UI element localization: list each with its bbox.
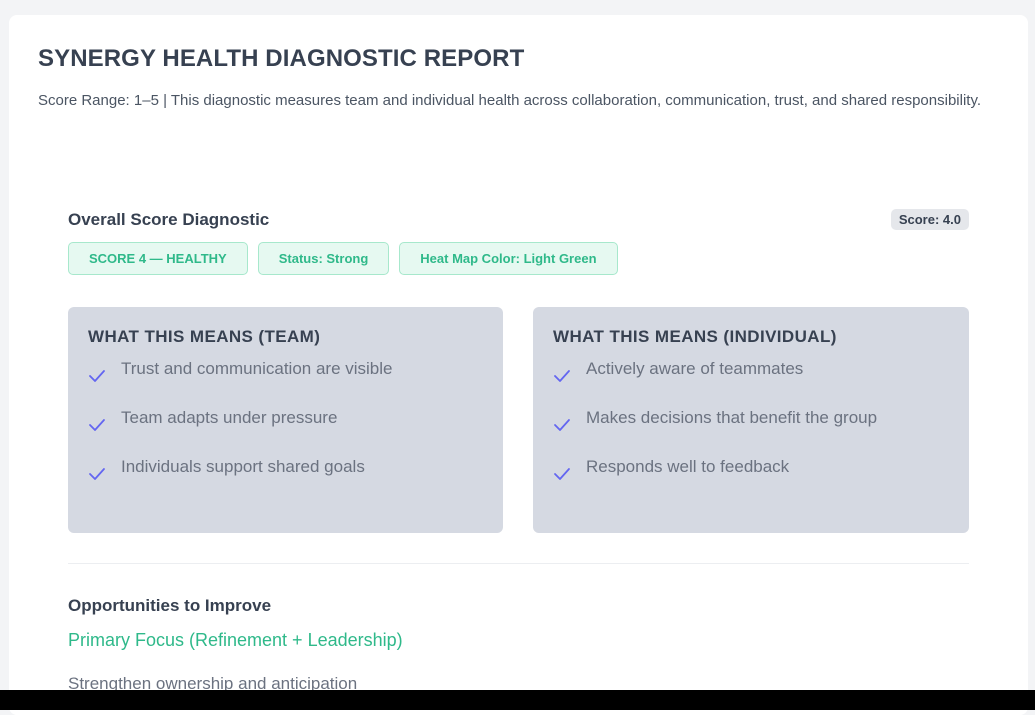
heat-map-color-tag: Heat Map Color: Light Green bbox=[399, 242, 618, 275]
report-card: SYNERGY HEALTH DIAGNOSTIC REPORT Score R… bbox=[9, 15, 1028, 715]
list-item-text: Trust and communication are visible bbox=[121, 359, 393, 378]
report-intro: Score Range: 1–5 | This diagnostic measu… bbox=[38, 92, 982, 109]
report-title: SYNERGY HEALTH DIAGNOSTIC REPORT bbox=[38, 45, 525, 72]
team-meaning-panel: WHAT THIS MEANS (TEAM) Trust and communi… bbox=[68, 307, 503, 533]
list-item: Actively aware of teammates bbox=[553, 359, 949, 408]
overall-score-header: Overall Score Diagnostic Score: 4.0 bbox=[68, 209, 969, 234]
list-item: Individuals support shared goals bbox=[88, 457, 483, 506]
team-panel-title: WHAT THIS MEANS (TEAM) bbox=[88, 327, 321, 346]
list-item: Trust and communication are visible bbox=[88, 359, 483, 408]
list-item-text: Makes decisions that benefit the group bbox=[586, 408, 878, 427]
list-item-text: Individuals support shared goals bbox=[121, 457, 365, 476]
team-meaning-list: Trust and communication are visible Team… bbox=[88, 359, 483, 506]
list-item-text: Actively aware of teammates bbox=[586, 359, 804, 378]
score-badge: Score: 4.0 bbox=[890, 209, 969, 230]
checkmark-icon bbox=[553, 408, 586, 437]
overall-score-title: Overall Score Diagnostic bbox=[68, 210, 270, 229]
individual-panel-title: WHAT THIS MEANS (INDIVIDUAL) bbox=[553, 327, 837, 346]
list-item-text: Team adapts under pressure bbox=[121, 408, 338, 427]
list-item-text: Responds well to feedback bbox=[586, 457, 790, 476]
status-tags: SCORE 4 — HEALTHY Status: Strong Heat Ma… bbox=[68, 242, 618, 275]
checkmark-icon bbox=[88, 457, 121, 486]
section-divider bbox=[68, 563, 969, 564]
bottom-bar bbox=[0, 690, 1035, 710]
opportunities-title: Opportunities to Improve bbox=[68, 596, 272, 615]
score-level-tag: SCORE 4 — HEALTHY bbox=[68, 242, 248, 275]
list-item: Makes decisions that benefit the group bbox=[553, 408, 949, 457]
individual-meaning-list: Actively aware of teammates Makes decisi… bbox=[553, 359, 949, 506]
checkmark-icon bbox=[88, 359, 121, 388]
checkmark-icon bbox=[553, 457, 586, 486]
checkmark-icon bbox=[553, 359, 586, 388]
primary-focus-title: Primary Focus (Refinement + Leadership) bbox=[68, 630, 403, 650]
list-item: Responds well to feedback bbox=[553, 457, 949, 506]
list-item: Team adapts under pressure bbox=[88, 408, 483, 457]
individual-meaning-panel: WHAT THIS MEANS (INDIVIDUAL) Actively aw… bbox=[533, 307, 969, 533]
status-tag: Status: Strong bbox=[257, 242, 390, 275]
checkmark-icon bbox=[88, 408, 121, 437]
